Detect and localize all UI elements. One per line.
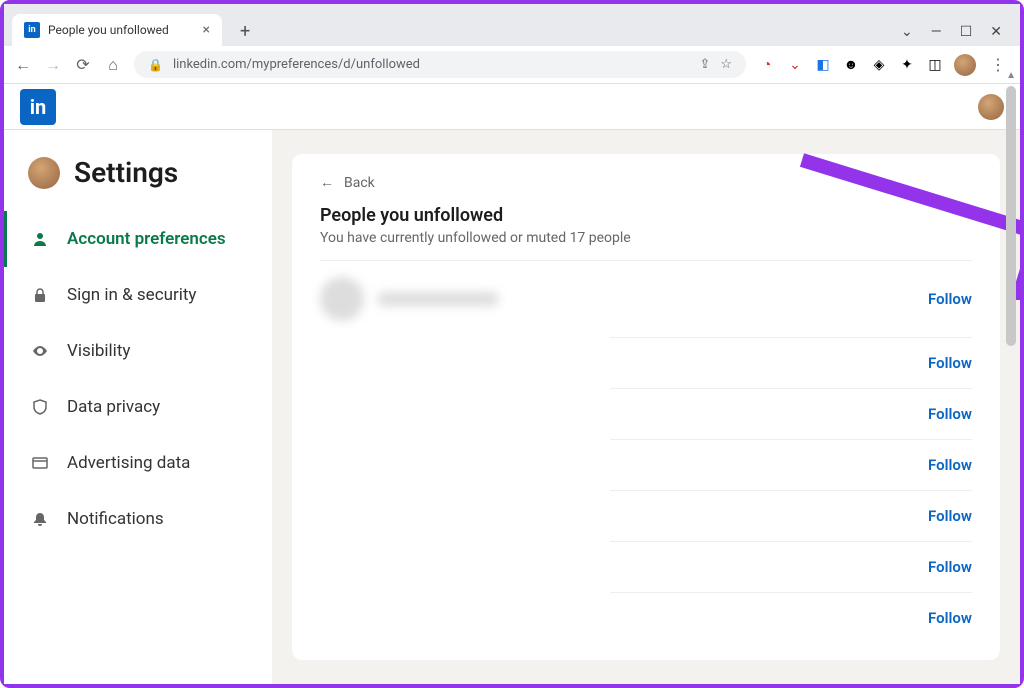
close-window-icon[interactable]: ✕ xyxy=(990,24,1002,40)
back-label: Back xyxy=(344,175,375,191)
follow-button[interactable]: Follow xyxy=(928,354,972,372)
minimize-icon[interactable]: — xyxy=(931,24,942,40)
scrollbar-thumb[interactable] xyxy=(1006,86,1016,346)
unfollowed-row: Follow xyxy=(320,260,972,337)
pocket-icon[interactable]: ⌄ xyxy=(786,56,804,74)
titlebar: in People you unfollowed × + ⌄ — ☐ ✕ xyxy=(4,4,1020,46)
reload-icon[interactable]: ⟳ xyxy=(74,55,92,74)
home-icon[interactable]: ⌂ xyxy=(104,55,122,75)
person-icon xyxy=(31,230,49,248)
follow-button[interactable]: Follow xyxy=(928,456,972,474)
sidebar-item-notifications[interactable]: Notifications xyxy=(4,491,272,547)
lock-icon: 🔒 xyxy=(148,58,163,72)
follow-button[interactable]: Follow xyxy=(928,290,972,308)
person-name xyxy=(378,292,498,306)
extension-icon-3[interactable]: ◧ xyxy=(814,56,832,74)
sidebar-item-label: Advertising data xyxy=(67,453,190,473)
follow-button[interactable]: Follow xyxy=(928,609,972,627)
person-avatar xyxy=(320,277,364,321)
address-bar[interactable]: 🔒 linkedin.com/mypreferences/d/unfollowe… xyxy=(134,51,746,78)
follow-button[interactable]: Follow xyxy=(928,507,972,525)
follow-button[interactable]: Follow xyxy=(928,558,972,576)
settings-card: ← Back People you unfollowed You have cu… xyxy=(292,154,1000,660)
unfollowed-row: Follow xyxy=(610,439,972,490)
chevron-down-icon[interactable]: ⌄ xyxy=(901,24,913,40)
arrow-left-icon: ← xyxy=(320,174,334,191)
browser-icon xyxy=(31,454,49,472)
scroll-up-arrow[interactable]: ▲ xyxy=(1006,70,1016,81)
url-text: linkedin.com/mypreferences/d/unfollowed xyxy=(173,57,689,72)
sidebar-item-label: Account preferences xyxy=(67,229,226,249)
sidebar-item-label: Data privacy xyxy=(67,397,160,417)
unfollowed-row: Follow xyxy=(610,388,972,439)
share-icon[interactable]: ⇪ xyxy=(699,57,710,72)
bookmark-star-icon[interactable]: ☆ xyxy=(720,57,732,72)
sidebar-item-label: Visibility xyxy=(67,341,130,361)
sidebar-item-account-preferences[interactable]: Account preferences xyxy=(4,211,272,267)
app-header: in xyxy=(4,84,1020,130)
new-tab-button[interactable]: + xyxy=(232,17,258,46)
sidebar-item-label: Sign in & security xyxy=(67,285,196,305)
sidebar-item-signin-security[interactable]: Sign in & security xyxy=(4,267,272,323)
maximize-icon[interactable]: ☐ xyxy=(960,24,973,40)
main-panel: ← Back People you unfollowed You have cu… xyxy=(272,130,1020,684)
shield-icon xyxy=(31,398,49,416)
settings-header: Settings xyxy=(4,148,272,211)
lock-icon xyxy=(31,286,49,304)
settings-avatar xyxy=(28,157,60,189)
tab-title: People you unfollowed xyxy=(48,23,169,37)
sidebar-item-label: Notifications xyxy=(67,509,164,529)
unfollowed-row: Follow xyxy=(610,592,972,643)
extension-icon-5[interactable]: ◈ xyxy=(870,56,888,74)
forward-icon: → xyxy=(44,55,62,75)
close-tab-icon[interactable]: × xyxy=(203,22,210,38)
side-panel-icon[interactable]: ◫ xyxy=(926,56,944,74)
sidebar-item-advertising-data[interactable]: Advertising data xyxy=(4,435,272,491)
window-controls: ⌄ — ☐ ✕ xyxy=(901,24,1012,46)
extension-icons: ◔ ⌄ ◧ ☻ ◈ ✦ ◫ ⋮ xyxy=(758,54,1010,76)
eye-icon xyxy=(31,342,49,360)
unfollowed-row: Follow xyxy=(610,337,972,388)
extensions-puzzle-icon[interactable]: ✦ xyxy=(898,56,916,74)
sidebar-item-visibility[interactable]: Visibility xyxy=(4,323,272,379)
content-area: Settings Account preferences Sign in & s… xyxy=(4,130,1020,684)
unfollowed-row: Follow xyxy=(610,490,972,541)
profile-avatar[interactable] xyxy=(954,54,976,76)
extension-icon-4[interactable]: ☻ xyxy=(842,56,860,74)
settings-title: Settings xyxy=(74,156,178,189)
browser-tab[interactable]: in People you unfollowed × xyxy=(12,14,222,46)
linkedin-logo[interactable]: in xyxy=(20,89,56,125)
follow-button[interactable]: Follow xyxy=(928,405,972,423)
user-avatar[interactable] xyxy=(978,94,1004,120)
unfollowed-row: Follow xyxy=(610,541,972,592)
page-subheading: You have currently unfollowed or muted 1… xyxy=(320,230,972,246)
back-button[interactable]: ← Back xyxy=(320,174,972,191)
linkedin-favicon: in xyxy=(24,22,40,38)
browser-toolbar: ← → ⟳ ⌂ 🔒 linkedin.com/mypreferences/d/u… xyxy=(4,46,1020,84)
sidebar-item-data-privacy[interactable]: Data privacy xyxy=(4,379,272,435)
browser-chrome: in People you unfollowed × + ⌄ — ☐ ✕ ← →… xyxy=(4,4,1020,84)
back-icon[interactable]: ← xyxy=(14,55,32,75)
page-heading: People you unfollowed xyxy=(320,205,972,226)
extension-icon-1[interactable]: ◔ xyxy=(758,56,776,74)
bell-icon xyxy=(31,510,49,528)
settings-sidebar: Settings Account preferences Sign in & s… xyxy=(4,130,272,684)
